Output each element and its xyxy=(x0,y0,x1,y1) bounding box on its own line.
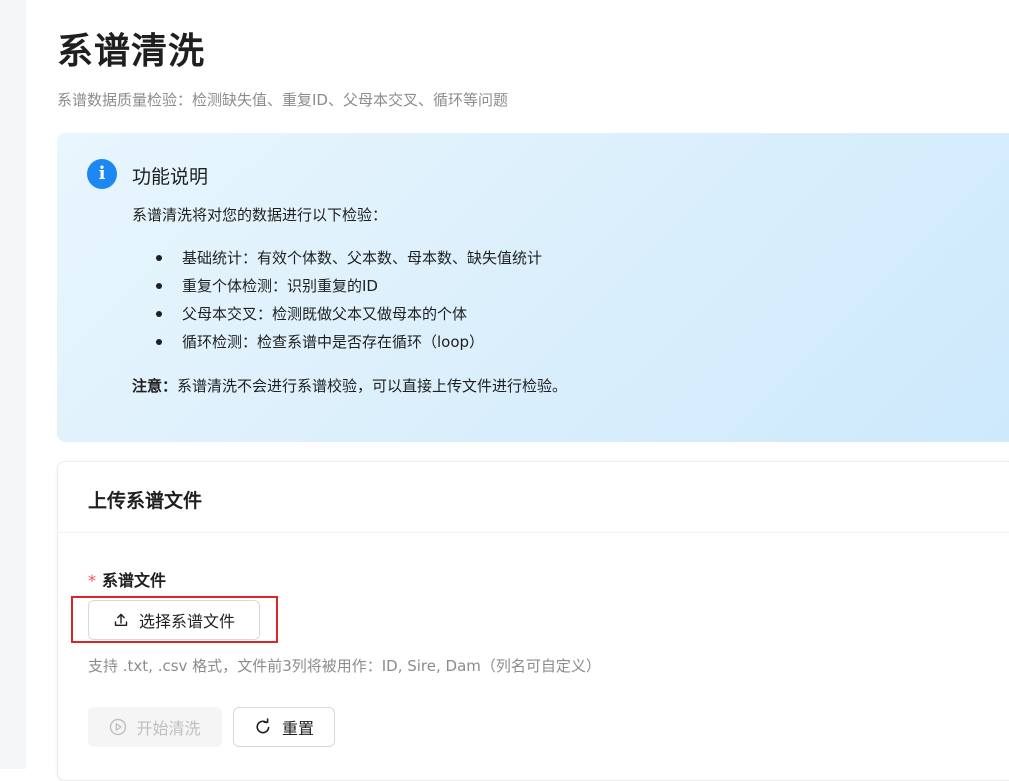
info-list: 基础统计：有效个体数、父本数、母本数、缺失值统计 重复个体检测：识别重复的ID … xyxy=(132,246,542,358)
bullet-icon xyxy=(156,283,162,289)
bullet-icon xyxy=(156,255,162,261)
list-item-text: 重复个体检测：识别重复的ID xyxy=(182,277,378,295)
info-intro: 系谱清洗将对您的数据进行以下检验： xyxy=(132,206,388,224)
upload-card: 上传系谱文件 * 系谱文件 选择系谱文件 支持 .txt, .csv 格式，文件前… xyxy=(57,461,1009,781)
bullet-icon xyxy=(156,311,162,317)
reload-icon xyxy=(254,718,272,736)
help-text: 支持 .txt, .csv 格式，文件前3列将被用作：ID, Sire, Dam… xyxy=(88,657,601,675)
required-mark: * xyxy=(88,571,96,590)
bullet-icon xyxy=(156,339,162,345)
select-file-button-label: 选择系谱文件 xyxy=(138,612,235,631)
reset-button[interactable]: 重置 xyxy=(233,707,335,747)
info-title: 功能说明 xyxy=(132,166,209,188)
upload-icon xyxy=(113,612,129,628)
card-title: 上传系谱文件 xyxy=(88,490,203,512)
field-label: * 系谱文件 xyxy=(88,567,166,591)
list-item-text: 父母本交叉：检测既做父本又做母本的个体 xyxy=(182,305,468,323)
page-subtitle: 系谱数据质量检验：检测缺失值、重复ID、父母本交叉、循环等问题 xyxy=(57,91,508,109)
start-clean-button-label: 开始清洗 xyxy=(136,719,201,738)
page-content: 系谱清洗 系谱数据质量检验：检测缺失值、重复ID、父母本交叉、循环等问题 i 功… xyxy=(57,0,1009,781)
start-clean-button[interactable]: 开始清洗 xyxy=(88,707,222,747)
list-item: 基础统计：有效个体数、父本数、母本数、缺失值统计 xyxy=(132,246,542,274)
note-label: 注意： xyxy=(132,377,178,395)
field-label-text: 系谱文件 xyxy=(102,571,167,590)
info-box: i 功能说明 系谱清洗将对您的数据进行以下检验： 基础统计：有效个体数、父本数、… xyxy=(57,133,1009,442)
play-circle-icon xyxy=(109,718,127,736)
info-icon: i xyxy=(87,159,117,189)
list-item: 循环检测：检查系谱中是否存在循环（loop） xyxy=(132,330,542,358)
list-item-text: 基础统计：有效个体数、父本数、母本数、缺失值统计 xyxy=(182,249,543,267)
note-text: 系谱清洗不会进行系谱校验，可以直接上传文件进行检验。 xyxy=(177,377,568,395)
page-title: 系谱清洗 xyxy=(57,31,206,72)
list-item-text: 循环检测：检查系谱中是否存在循环（loop） xyxy=(182,333,485,351)
list-item: 父母本交叉：检测既做父本又做母本的个体 xyxy=(132,302,542,330)
select-file-button[interactable]: 选择系谱文件 xyxy=(88,600,260,640)
left-gutter xyxy=(0,0,26,769)
list-item: 重复个体检测：识别重复的ID xyxy=(132,274,542,302)
card-header: 上传系谱文件 xyxy=(58,462,1009,533)
reset-button-label: 重置 xyxy=(281,719,314,738)
info-note: 注意：系谱清洗不会进行系谱校验，可以直接上传文件进行检验。 xyxy=(132,375,567,396)
